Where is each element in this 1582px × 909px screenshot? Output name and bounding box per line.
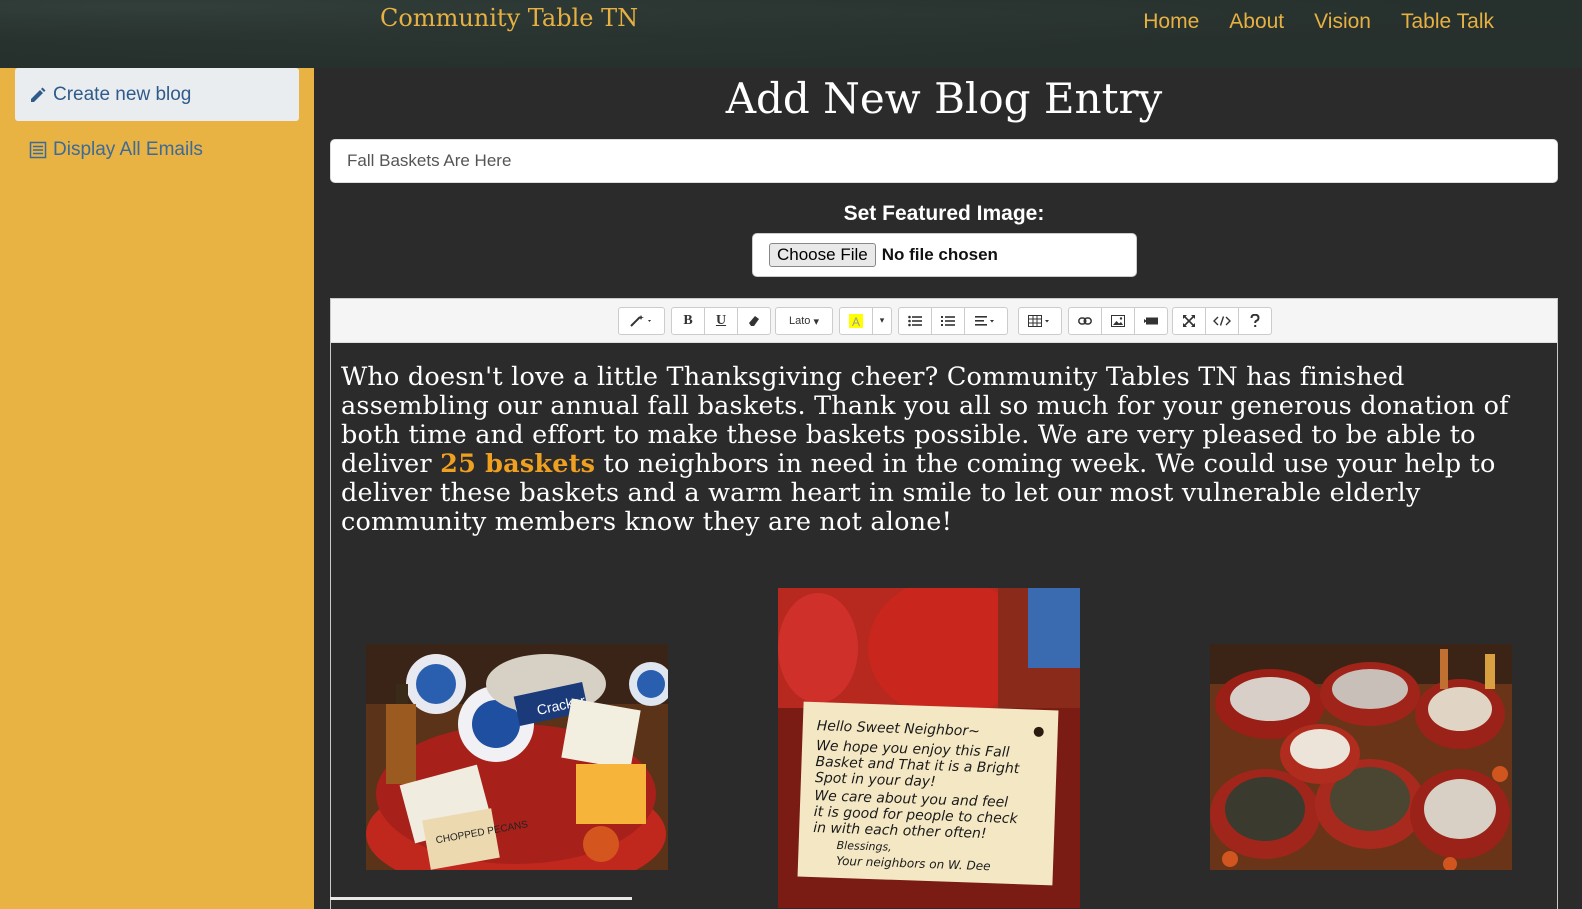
- toolbar-insert-group: [1068, 307, 1168, 335]
- featured-image-file-input[interactable]: Choose File No file chosen: [752, 233, 1137, 277]
- table-dropdown-button[interactable]: [1018, 307, 1062, 335]
- list-icon: [29, 141, 47, 158]
- video-icon: [1144, 317, 1158, 325]
- editor-toolbar: B U Lato ▾ A ▾: [331, 299, 1557, 343]
- toolbar-table-group: [1018, 307, 1062, 335]
- align-left-icon: [975, 316, 994, 326]
- toolbar-style-group: [618, 307, 665, 335]
- baskets-table-photo[interactable]: [1210, 644, 1512, 870]
- sidebar-item-display-emails[interactable]: Display All Emails: [15, 123, 299, 176]
- picture-icon: [1111, 315, 1125, 327]
- underline-button[interactable]: U: [704, 307, 738, 335]
- help-button[interactable]: [1238, 307, 1272, 335]
- editor-content[interactable]: Who doesn't love a little Thanksgiving c…: [341, 363, 1553, 537]
- admin-sidebar: Create new blog Display All Emails: [0, 68, 314, 909]
- page-title: Add New Blog Entry: [725, 74, 1163, 123]
- style-dropdown-button[interactable]: [618, 307, 665, 335]
- sidebar-item-label: Display All Emails: [53, 138, 203, 160]
- basket-groceries-photo[interactable]: Cracker CHOPPED PECANS: [366, 644, 668, 870]
- fullscreen-icon: [1183, 315, 1195, 327]
- help-icon: [1250, 314, 1260, 327]
- nav-table-talk[interactable]: Table Talk: [1401, 10, 1494, 34]
- font-family-dropdown[interactable]: Lato ▾: [775, 307, 833, 335]
- fullscreen-button[interactable]: [1172, 307, 1206, 335]
- choose-file-button[interactable]: Choose File: [769, 243, 876, 267]
- insert-link-button[interactable]: [1068, 307, 1102, 335]
- color-dropdown-button[interactable]: ▾: [872, 307, 892, 335]
- sidebar-item-label: Create new blog: [53, 83, 192, 105]
- code-icon: [1213, 316, 1231, 326]
- eraser-icon: [749, 316, 759, 326]
- unordered-list-button[interactable]: [898, 307, 932, 335]
- highlight-a-icon: A: [849, 314, 863, 328]
- blog-title-input[interactable]: Fall Baskets Are Here: [330, 139, 1558, 183]
- toolbar-color-group: A ▾: [839, 307, 892, 335]
- toolbar-font-group: Lato ▾: [775, 307, 833, 335]
- rich-text-editor: B U Lato ▾ A ▾ Who doesn't love a little…: [330, 298, 1558, 909]
- note-line-8: Blessings,: [836, 839, 891, 854]
- ordered-list-button[interactable]: [931, 307, 965, 335]
- nav-vision[interactable]: Vision: [1314, 10, 1371, 34]
- code-view-button[interactable]: [1205, 307, 1239, 335]
- bold-button[interactable]: B: [671, 307, 705, 335]
- nav-about[interactable]: About: [1229, 10, 1284, 34]
- featured-image-label: Set Featured Image:: [843, 202, 1045, 225]
- insert-picture-button[interactable]: [1101, 307, 1135, 335]
- numbered-list-icon: [941, 316, 955, 326]
- link-icon: [1078, 317, 1092, 325]
- toolbar-view-group: [1172, 307, 1272, 335]
- site-header: Community Table TN Home About Vision Tab…: [0, 0, 1582, 68]
- toolbar-paragraph-group: [898, 307, 1008, 335]
- content-highlight: 25 baskets: [440, 449, 596, 479]
- font-name-label: Lato: [789, 315, 811, 327]
- magic-wand-icon: [629, 315, 651, 327]
- neighbor-note-photo[interactable]: Hello Sweet Neighbor~ We hope you enjoy …: [778, 588, 1080, 908]
- pencil-icon: [31, 87, 46, 102]
- bullet-list-icon: [908, 315, 922, 327]
- site-brand[interactable]: Community Table TN: [380, 4, 638, 32]
- highlight-color-button[interactable]: A: [839, 307, 873, 335]
- horizontal-scrollbar[interactable]: [330, 897, 632, 900]
- clear-format-button[interactable]: [737, 307, 771, 335]
- align-dropdown-button[interactable]: [964, 307, 1008, 335]
- sidebar-item-create-blog[interactable]: Create new blog: [15, 68, 299, 121]
- main-nav: Home About Vision Table Talk: [1143, 10, 1494, 34]
- nav-home[interactable]: Home: [1143, 10, 1199, 34]
- svg-text:A: A: [852, 315, 860, 328]
- table-icon: [1028, 315, 1049, 327]
- file-status-text: No file chosen: [881, 245, 998, 264]
- insert-video-button[interactable]: [1134, 307, 1168, 335]
- toolbar-format-group: B U: [671, 307, 771, 335]
